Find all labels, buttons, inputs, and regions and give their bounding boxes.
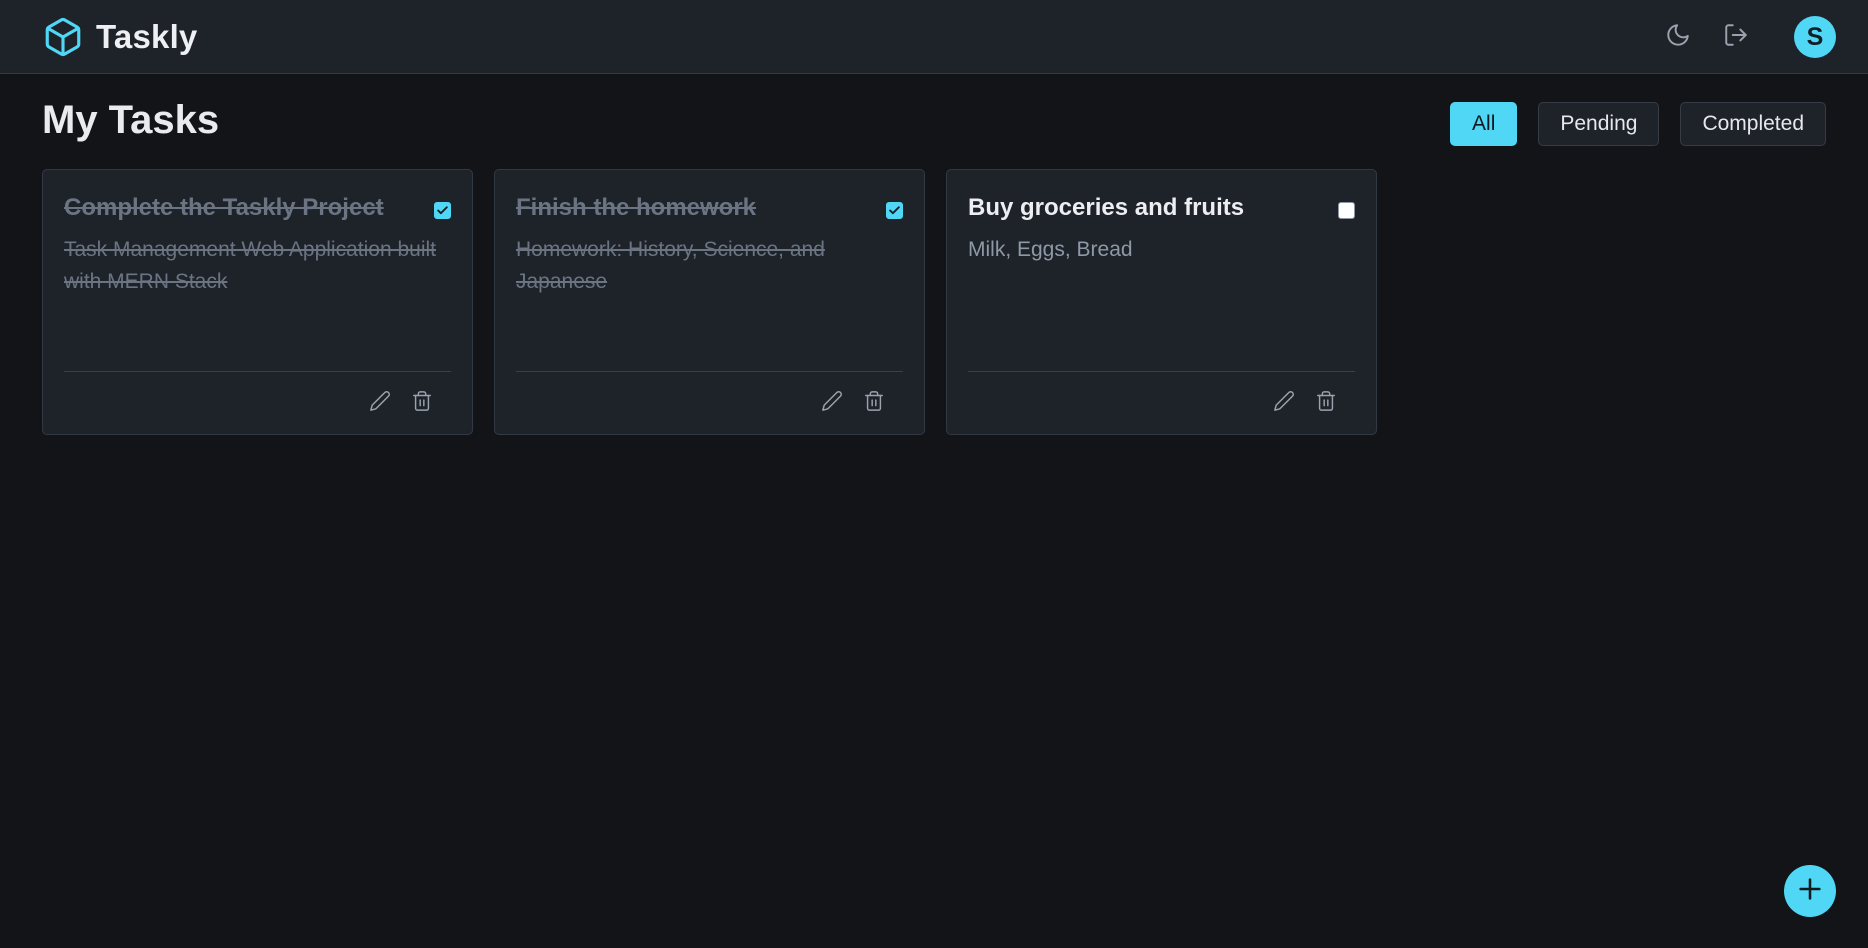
task-actions <box>818 389 888 417</box>
edit-task-button[interactable] <box>1270 389 1298 417</box>
logout-button[interactable] <box>1714 15 1758 59</box>
task-filters: All Pending Completed <box>1450 102 1826 146</box>
task-complete-checkbox[interactable] <box>886 202 903 219</box>
task-card: Finish the homework Homework: History, S… <box>494 169 925 435</box>
task-complete-checkbox[interactable] <box>434 202 451 219</box>
delete-task-button[interactable] <box>860 389 888 417</box>
task-card: Buy groceries and fruits Milk, Eggs, Bre… <box>946 169 1377 435</box>
trash-icon <box>1315 390 1337 417</box>
card-divider <box>64 371 451 372</box>
task-card: Complete the Taskly Project Task Managem… <box>42 169 473 435</box>
logout-icon <box>1723 22 1749 53</box>
trash-icon <box>863 390 885 417</box>
filter-all-button[interactable]: All <box>1450 102 1518 146</box>
moon-icon <box>1665 22 1691 53</box>
edit-task-button[interactable] <box>366 389 394 417</box>
pencil-icon <box>1273 390 1295 417</box>
filter-completed-button[interactable]: Completed <box>1680 102 1826 146</box>
card-divider <box>516 371 903 372</box>
trash-icon <box>411 390 433 417</box>
card-divider <box>968 371 1355 372</box>
task-actions <box>366 389 436 417</box>
task-description: Task Management Web Application built wi… <box>64 238 436 293</box>
filter-pending-button[interactable]: Pending <box>1538 102 1660 146</box>
task-description: Homework: History, Science, and Japanese <box>516 238 825 293</box>
app-name: Taskly <box>96 18 198 55</box>
plus-icon <box>1796 875 1824 908</box>
task-list: Complete the Taskly Project Task Managem… <box>42 169 1377 435</box>
edit-task-button[interactable] <box>818 389 846 417</box>
top-navbar: Taskly S <box>0 0 1868 74</box>
pencil-icon <box>821 390 843 417</box>
task-complete-checkbox[interactable] <box>1338 202 1355 219</box>
delete-task-button[interactable] <box>1312 389 1340 417</box>
header-actions: S <box>1656 15 1836 59</box>
task-title: Buy groceries and fruits <box>968 194 1245 221</box>
pencil-icon <box>369 390 391 417</box>
add-task-button[interactable] <box>1784 865 1836 917</box>
task-actions <box>1270 389 1340 417</box>
theme-toggle-button[interactable] <box>1656 15 1700 59</box>
task-title: Complete the Taskly Project <box>64 194 384 221</box>
brand[interactable]: Taskly <box>42 14 198 60</box>
task-title: Finish the homework <box>516 194 757 221</box>
page-title: My Tasks <box>42 98 220 142</box>
avatar[interactable]: S <box>1794 16 1836 58</box>
task-description: Milk, Eggs, Bread <box>968 238 1133 261</box>
delete-task-button[interactable] <box>408 389 436 417</box>
cube-icon <box>42 16 84 58</box>
